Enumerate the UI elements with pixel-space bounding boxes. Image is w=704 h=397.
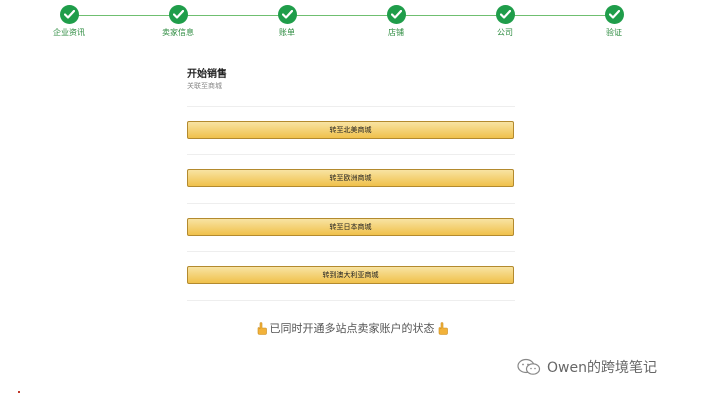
go-to-japan-button[interactable]: 转至日本商城: [187, 218, 514, 236]
step-verification: 验证: [574, 5, 654, 38]
wechat-icon: [517, 358, 541, 376]
caption-text: 已同时开通多站点卖家账户的状态: [269, 322, 435, 335]
check-icon: [168, 5, 188, 24]
divider: [187, 154, 515, 155]
panel-subtitle: 关联至商城: [187, 82, 222, 90]
divider: [187, 300, 515, 301]
step-company: 公司: [465, 5, 545, 38]
step-seller-info: 卖家信息: [138, 5, 218, 38]
check-icon: [277, 5, 297, 24]
step-label: 公司: [497, 28, 513, 37]
divider: [187, 106, 515, 107]
progress-stepper: 企业资讯 卖家信息 账单 店铺 公司 验证: [0, 0, 704, 46]
go-to-australia-button[interactable]: 转到澳大利亚商城: [187, 266, 514, 284]
go-to-europe-button[interactable]: 转至欧洲商城: [187, 169, 514, 187]
watermark-text: Owen的跨境笔记: [547, 360, 657, 376]
panel-title: 开始销售: [187, 69, 227, 80]
divider: [187, 203, 515, 204]
pointing-hand-icon: [256, 321, 268, 335]
step-label: 账单: [279, 28, 295, 37]
step-store: 店铺: [356, 5, 436, 38]
check-icon: [604, 5, 624, 24]
step-label: 卖家信息: [162, 28, 194, 37]
step-billing: 账单: [247, 5, 327, 38]
check-icon: [59, 5, 79, 24]
check-icon: [386, 5, 406, 24]
corner-dot: [18, 391, 20, 393]
go-to-north-america-button[interactable]: 转至北美商城: [187, 121, 514, 139]
step-label: 店铺: [388, 28, 404, 37]
check-icon: [495, 5, 515, 24]
caption: 已同时开通多站点卖家账户的状态: [0, 320, 704, 336]
step-label: 验证: [606, 28, 622, 37]
step-company-info: 企业资讯: [29, 5, 109, 38]
pointing-hand-icon: [437, 321, 449, 335]
step-label: 企业资讯: [53, 28, 85, 37]
divider: [187, 251, 515, 252]
watermark: Owen的跨境笔记: [517, 357, 657, 377]
start-selling-panel: 开始销售 关联至商城: [187, 68, 515, 91]
